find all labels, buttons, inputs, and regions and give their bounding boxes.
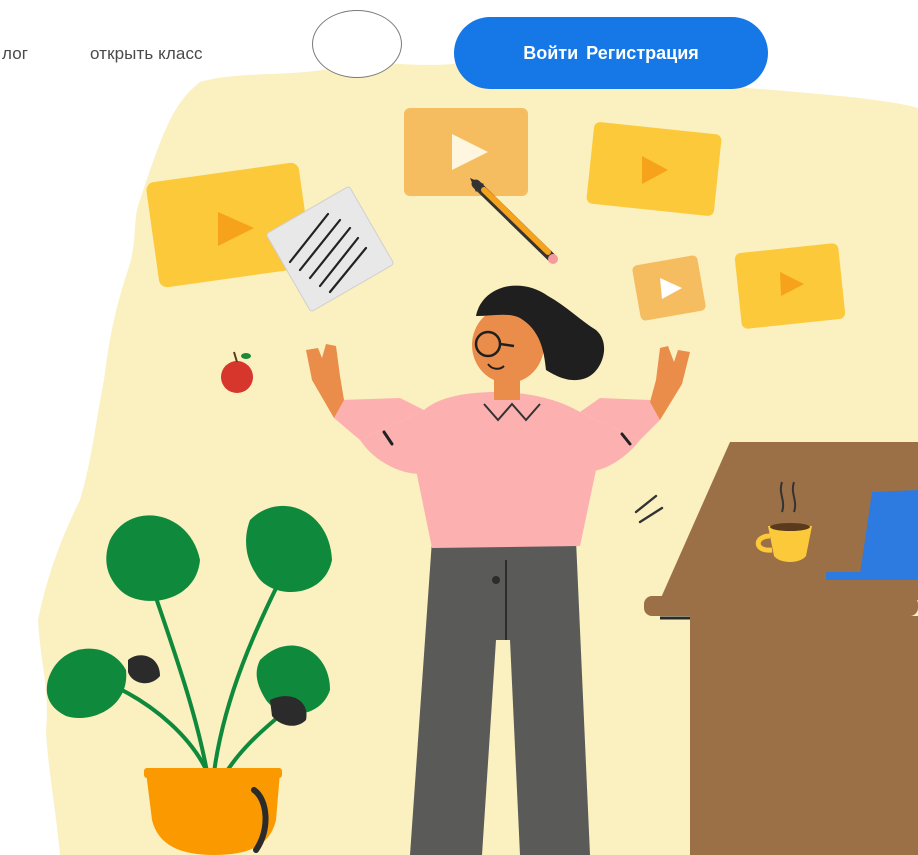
play-icon: [642, 156, 668, 184]
pencil-icon: [470, 178, 558, 264]
desk: [644, 442, 918, 855]
apple-icon: [221, 351, 253, 393]
document-sheet: [266, 186, 394, 312]
video-card-top-right: [586, 122, 722, 216]
landing-page: лог открыть класс Войти Регистрация: [0, 0, 918, 855]
backdrop-paper: [38, 62, 918, 855]
play-icon: [780, 272, 804, 296]
register-label[interactable]: Регистрация: [586, 43, 699, 64]
video-card-left: [146, 162, 312, 288]
laptop-icon: [826, 490, 918, 580]
play-icon: [660, 278, 682, 299]
video-card-top: [404, 108, 528, 196]
video-card-right: [734, 243, 846, 329]
hero-illustration: [38, 62, 918, 855]
play-icon: [452, 134, 488, 170]
login-label[interactable]: Войти: [523, 43, 578, 64]
play-icon: [218, 212, 254, 246]
oval-toggle[interactable]: [312, 10, 402, 78]
potted-plant: [46, 505, 332, 855]
person: [306, 285, 690, 855]
nav-link-partial[interactable]: лог: [2, 44, 28, 64]
video-card-small: [632, 255, 706, 321]
open-class-link[interactable]: открыть класс: [90, 44, 203, 64]
motion-lines: [634, 494, 664, 524]
login-register-button[interactable]: Войти Регистрация: [454, 17, 768, 89]
coffee-cup-icon: [755, 481, 812, 562]
